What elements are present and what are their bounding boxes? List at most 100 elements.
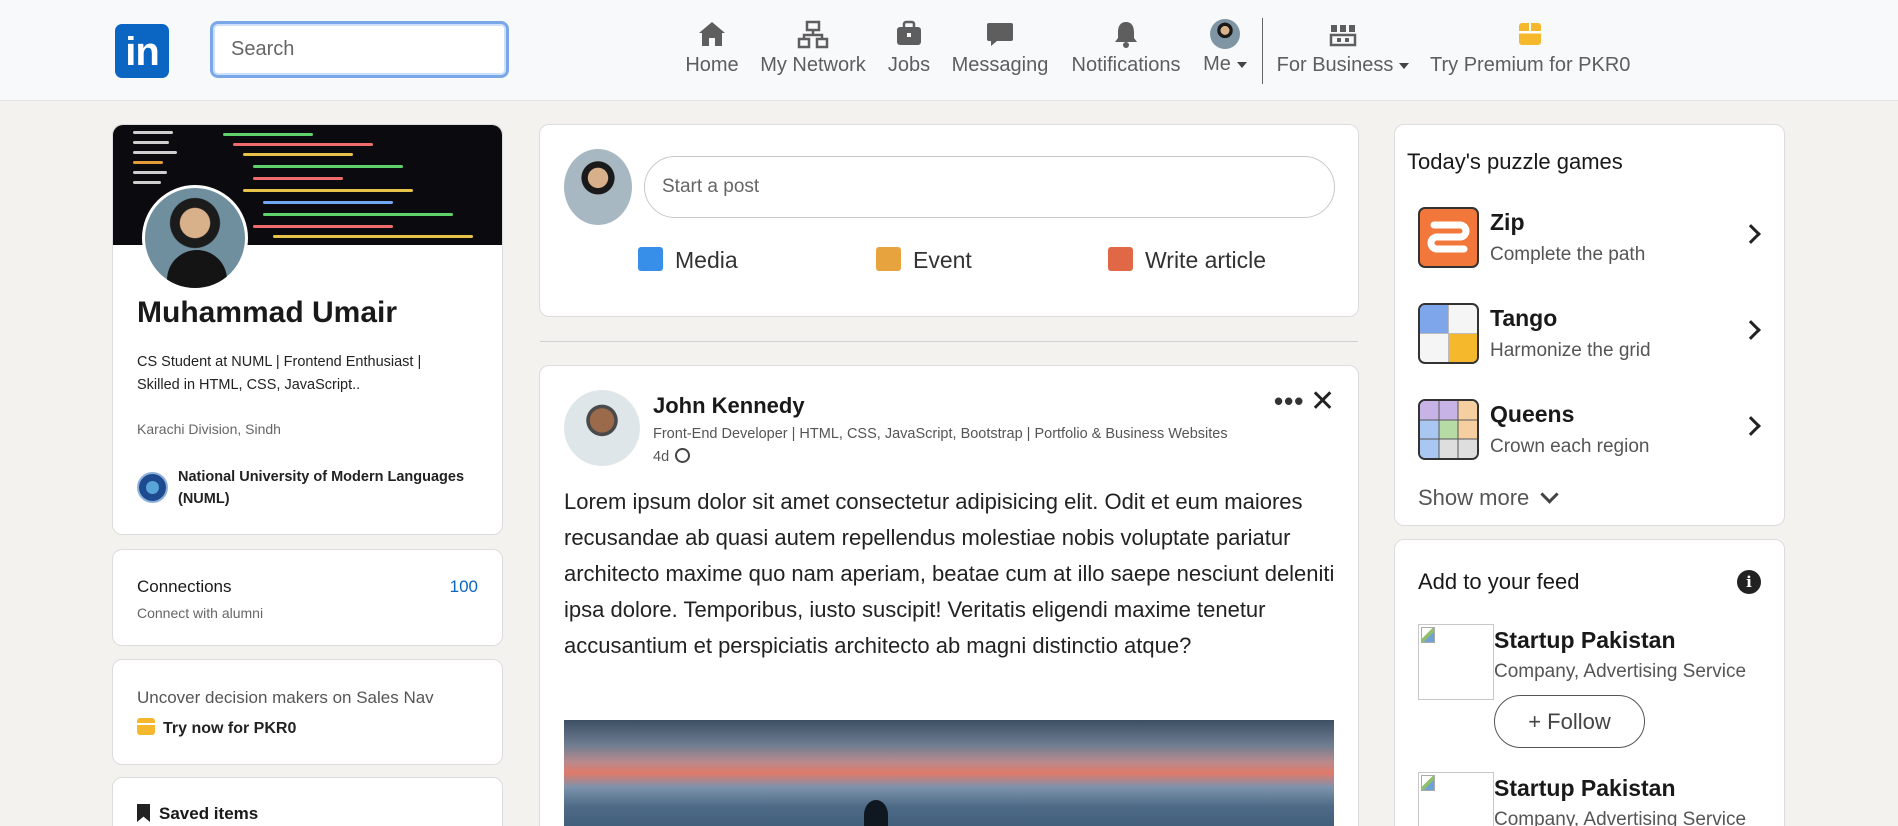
connections-count: 100	[449, 577, 478, 596]
zip-game-icon	[1418, 207, 1479, 268]
more-options-icon[interactable]: •••	[1274, 386, 1304, 417]
chevron-right-icon	[1741, 320, 1761, 340]
company-logo[interactable]	[1418, 772, 1494, 826]
nav-me-label: Me	[1203, 53, 1231, 75]
post-body-text: Lorem ipsum dolor sit amet consectetur a…	[564, 489, 1335, 658]
puzzle-tango[interactable]: Tango Harmonize the grid	[1418, 303, 1778, 369]
tango-game-icon	[1418, 303, 1479, 364]
nav-notifications-label: Notifications	[1071, 54, 1181, 76]
nav-home-label: Home	[685, 54, 739, 76]
nav-me[interactable]: Me	[1198, 18, 1252, 84]
tango-game-name: Tango	[1490, 305, 1558, 331]
profile-headline: CS Student at NUML | Frontend Enthusiast…	[137, 354, 422, 393]
sales-nav-text: Uncover decision makers on Sales Nav	[137, 688, 434, 707]
queens-game-name: Queens	[1490, 401, 1575, 427]
puzzle-queens[interactable]: Queens Crown each region	[1418, 399, 1778, 465]
post-composer: Start a post Media Event Write article	[539, 124, 1359, 317]
info-icon[interactable]: i	[1737, 570, 1761, 594]
suggestion-subtitle: Company, Advertising Service	[1494, 809, 1747, 826]
saved-items-label: Saved items	[159, 804, 259, 823]
article-icon	[1108, 247, 1133, 271]
chevron-down-icon	[1236, 61, 1247, 68]
post-author-name[interactable]: John Kennedy	[653, 393, 805, 419]
premium-icon	[1519, 23, 1541, 45]
event-button[interactable]: Event	[876, 247, 972, 274]
puzzle-games-card: Today's puzzle games Zip Complete the pa…	[1394, 124, 1785, 526]
suggestion-name[interactable]: Startup Pakistan	[1494, 627, 1676, 654]
premium-icon	[137, 718, 155, 735]
network-icon	[797, 20, 829, 49]
chevron-right-icon	[1741, 224, 1761, 244]
nav-try-premium[interactable]: Try Premium for PKR0	[1430, 18, 1630, 84]
queens-game-subtitle: Crown each region	[1490, 436, 1650, 457]
image-icon	[638, 247, 663, 271]
start-post-button[interactable]: Start a post	[644, 156, 1335, 218]
search-box[interactable]	[210, 21, 509, 78]
nav-notifications[interactable]: Notifications	[1070, 18, 1182, 84]
suggestion-name[interactable]: Startup Pakistan	[1494, 775, 1676, 802]
nav-my-network[interactable]: My Network	[760, 18, 866, 84]
sales-nav-cta-label: Try now for PKR0	[163, 720, 297, 737]
connections-card[interactable]: Connections Connect with alumni 100	[112, 549, 503, 646]
post-timestamp: 4d	[653, 449, 670, 465]
top-nav-bar: in Home My Network Jobs Messaging Notifi…	[0, 0, 1898, 101]
nav-jobs-label: Jobs	[887, 54, 931, 76]
connections-subtitle: Connect with alumni	[137, 605, 264, 621]
show-more-button[interactable]: Show more	[1418, 485, 1559, 511]
post-author-avatar[interactable]	[564, 390, 640, 466]
nav-messaging[interactable]: Messaging	[950, 18, 1050, 84]
follow-button[interactable]: + Follow	[1494, 695, 1645, 748]
saved-items-card[interactable]: Saved items	[112, 777, 503, 826]
apps-grid-icon	[1329, 25, 1357, 47]
add-to-feed-card: Add to your feed i Startup Pakistan Comp…	[1394, 539, 1785, 826]
globe-icon	[675, 448, 691, 463]
avatar-icon	[1210, 19, 1240, 49]
search-input[interactable]	[213, 24, 506, 75]
chevron-down-icon	[1540, 485, 1559, 504]
bookmark-icon	[137, 804, 150, 822]
sales-nav-card[interactable]: Uncover decision makers on Sales Nav Try…	[112, 659, 503, 765]
company-logo[interactable]	[1418, 624, 1494, 700]
nav-for-business[interactable]: For Business	[1274, 18, 1412, 84]
feed-divider	[540, 341, 1358, 342]
profile-university[interactable]: National University of Modern Languages …	[178, 466, 468, 510]
write-article-label: Write article	[1145, 247, 1266, 273]
home-icon	[699, 22, 725, 46]
university-logo	[137, 472, 168, 503]
connections-label: Connections	[137, 577, 232, 596]
chevron-down-icon	[1399, 62, 1410, 69]
zip-game-subtitle: Complete the path	[1490, 244, 1646, 265]
close-icon[interactable]: ✕	[1310, 384, 1335, 419]
suggestion-subtitle: Company, Advertising Service	[1494, 661, 1747, 682]
profile-location: Karachi Division, Sindh	[137, 421, 281, 437]
message-icon	[987, 23, 1013, 46]
composer-avatar[interactable]	[564, 149, 632, 225]
feed-post: John Kennedy Front-End Developer | HTML,…	[539, 365, 1359, 826]
profile-card: Muhammad Umair CS Student at NUML | Fron…	[112, 124, 503, 535]
nav-try-premium-label: Try Premium for PKR0	[1430, 54, 1631, 76]
puzzle-games-title: Today's puzzle games	[1407, 149, 1623, 174]
media-button[interactable]: Media	[638, 247, 738, 274]
nav-for-business-label: For Business	[1276, 54, 1394, 76]
queens-game-icon	[1418, 399, 1479, 460]
briefcase-icon	[897, 20, 921, 45]
profile-name[interactable]: Muhammad Umair	[137, 296, 397, 330]
nav-home[interactable]: Home	[680, 18, 744, 84]
puzzle-zip[interactable]: Zip Complete the path	[1418, 207, 1778, 273]
bell-icon	[1115, 22, 1137, 48]
sales-nav-cta[interactable]: Try now for PKR0	[137, 718, 296, 738]
write-article-button[interactable]: Write article	[1108, 247, 1266, 274]
zip-game-name: Zip	[1490, 209, 1525, 235]
nav-jobs[interactable]: Jobs	[884, 18, 934, 84]
post-image[interactable]	[564, 720, 1334, 826]
nav-divider	[1262, 18, 1263, 84]
event-label: Event	[913, 247, 972, 273]
tango-game-subtitle: Harmonize the grid	[1490, 340, 1651, 361]
show-more-label: Show more	[1418, 485, 1530, 510]
media-label: Media	[675, 247, 738, 273]
linkedin-logo[interactable]: in	[115, 24, 169, 78]
calendar-icon	[876, 247, 901, 271]
nav-my-network-label: My Network	[760, 54, 866, 76]
chevron-right-icon	[1741, 416, 1761, 436]
profile-avatar[interactable]	[142, 185, 248, 291]
